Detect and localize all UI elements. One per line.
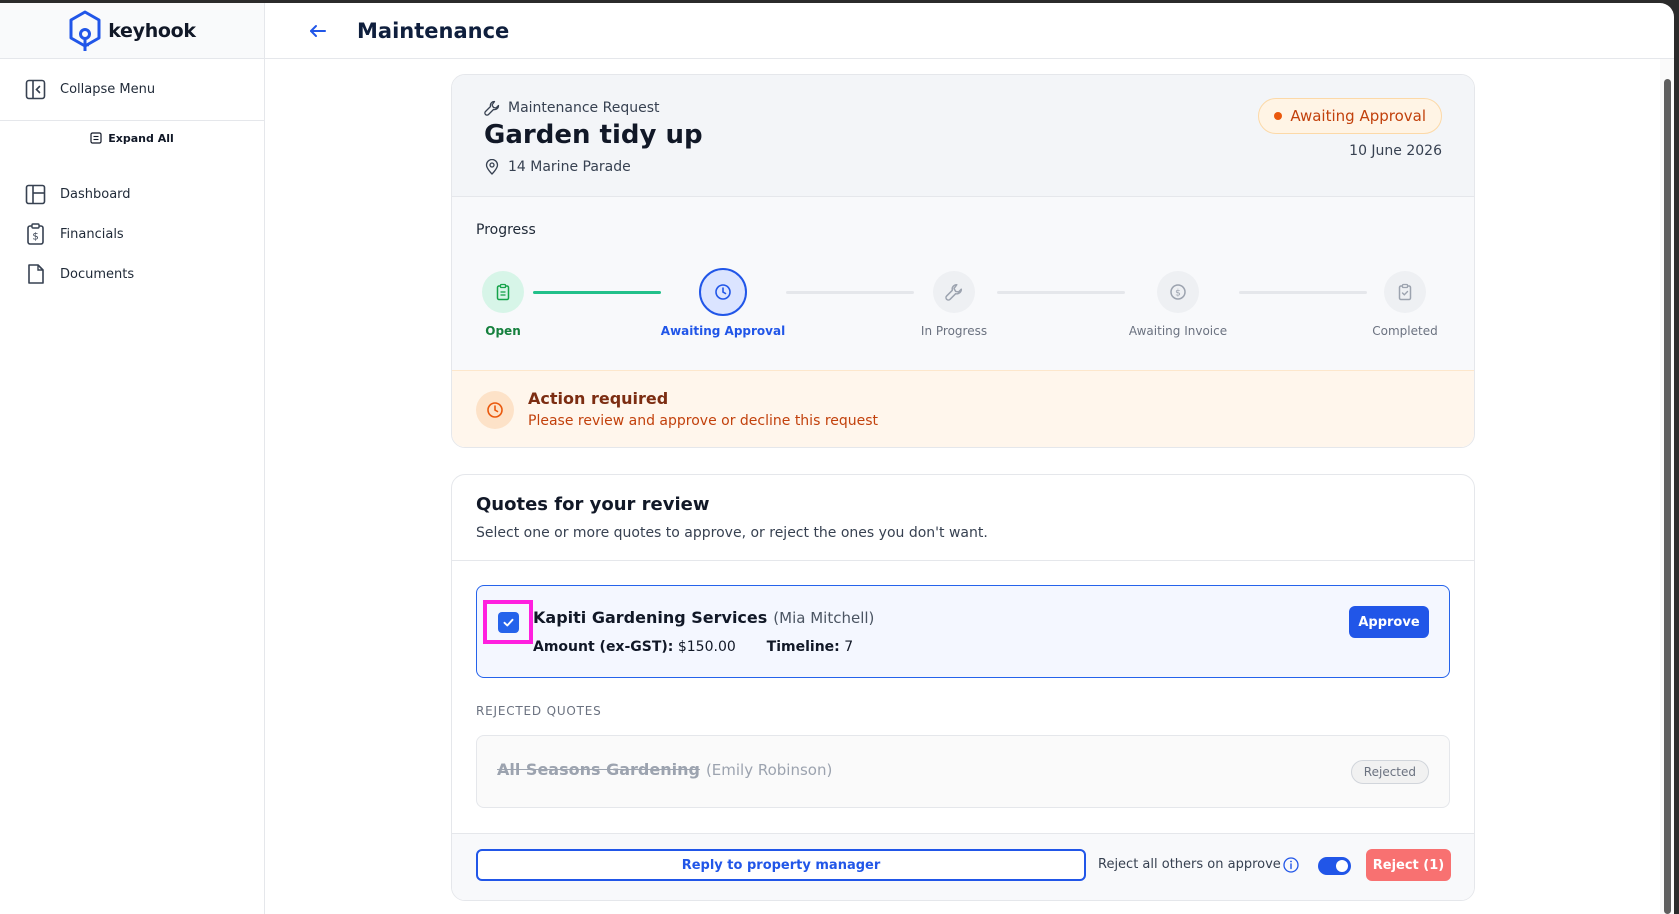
quote-company-name: Kapiti Gardening Services xyxy=(533,608,768,627)
toggle-knob xyxy=(1336,860,1348,872)
step-awaiting-approval xyxy=(699,268,747,316)
timeline-value: 7 xyxy=(844,639,854,655)
sidebar-item-label: Financials xyxy=(60,226,124,242)
quotes-card: Quotes for your review Select one or mor… xyxy=(451,474,1475,901)
expand-all-label: Expand All xyxy=(108,131,174,145)
status-badge-text: Awaiting Approval xyxy=(1290,107,1426,125)
dollar-circle-icon: $ xyxy=(1169,283,1187,301)
quote-card-rejected: All Seasons Gardening (Emily Robinson) Re… xyxy=(476,735,1450,808)
svg-text:$: $ xyxy=(32,232,38,243)
clock-icon xyxy=(714,283,732,301)
step-completed xyxy=(1384,271,1426,313)
action-title: Action required xyxy=(528,389,669,408)
divider xyxy=(452,560,1474,561)
financials-icon: $ xyxy=(25,223,46,245)
progress-connector xyxy=(786,291,914,294)
request-address-text: 14 Marine Parade xyxy=(508,159,631,175)
reject-button[interactable]: Reject (1) xyxy=(1366,849,1451,881)
progress-label: Progress xyxy=(476,222,536,238)
amount-value: $150.00 xyxy=(677,639,736,655)
back-arrow-icon[interactable] xyxy=(307,20,329,42)
sidebar-item-documents[interactable]: Documents xyxy=(0,254,264,294)
reject-others-label: Reject all others on approve xyxy=(1098,857,1281,872)
rejected-badge: Rejected xyxy=(1350,760,1429,784)
document-icon xyxy=(25,263,46,285)
request-date: 10 June 2026 xyxy=(1349,143,1442,159)
logo-text: keyhook xyxy=(108,19,196,42)
quote-select-checkbox[interactable] xyxy=(483,600,533,644)
maintenance-request-card: Maintenance Request Garden tidy up 14 Ma… xyxy=(451,74,1475,448)
status-badge: Awaiting Approval xyxy=(1258,98,1442,134)
clipboard-icon xyxy=(494,283,512,301)
reject-others-toggle[interactable] xyxy=(1318,857,1351,875)
quote-company: Kapiti Gardening Services (Mia Mitchell) xyxy=(533,608,874,627)
status-dot-icon xyxy=(1274,112,1283,120)
action-message: Please review and approve or decline thi… xyxy=(528,413,879,429)
timeline-label: Timeline: xyxy=(766,639,840,655)
quote-details: Amount (ex-GST): $150.00 Timeline: 7 xyxy=(533,639,853,655)
sidebar-item-financials[interactable]: $ Financials xyxy=(0,214,264,254)
sidebar: keyhook Collapse Menu Expand All Dashboa… xyxy=(0,3,265,914)
rejected-quotes-heading: REJECTED QUOTES xyxy=(476,704,602,718)
expand-all-button[interactable]: Expand All xyxy=(0,121,264,155)
request-type-label: Maintenance Request xyxy=(508,100,660,116)
alert-clock-icon xyxy=(476,391,514,429)
amount-label: Amount (ex-GST): xyxy=(533,639,674,655)
location-pin-icon xyxy=(484,159,500,175)
expand-icon xyxy=(90,132,102,144)
app-window: keyhook Collapse Menu Expand All Dashboa… xyxy=(0,3,1674,914)
step-in-progress xyxy=(933,271,975,313)
quotes-title: Quotes for your review xyxy=(476,494,710,515)
rejected-contact: (Emily Robinson) xyxy=(705,761,833,779)
reply-to-property-manager-button[interactable]: Reply to property manager xyxy=(476,849,1086,881)
scrollbar[interactable] xyxy=(1660,59,1674,914)
collapse-sidebar-icon xyxy=(25,79,46,100)
step-label-in-progress: In Progress xyxy=(920,324,988,338)
keyhook-logo-icon xyxy=(68,9,102,53)
step-awaiting-invoice: $ xyxy=(1157,271,1199,313)
logo[interactable]: keyhook xyxy=(0,3,264,59)
page-header: Maintenance xyxy=(265,3,1674,59)
request-address: 14 Marine Parade xyxy=(484,159,631,175)
request-title: Garden tidy up xyxy=(484,120,703,150)
progress-connector xyxy=(533,291,661,294)
sidebar-item-label: Dashboard xyxy=(60,186,131,202)
svg-text:$: $ xyxy=(1175,289,1181,299)
quote-card-selected[interactable]: Kapiti Gardening Services (Mia Mitchell) … xyxy=(476,585,1450,678)
checkmark-icon xyxy=(503,618,513,626)
step-label-completed: Completed xyxy=(1372,324,1438,338)
info-icon[interactable] xyxy=(1282,856,1300,874)
step-label-awaiting-invoice: Awaiting Invoice xyxy=(1128,324,1228,338)
page-title: Maintenance xyxy=(357,18,510,43)
progress-connector xyxy=(1239,291,1367,294)
step-open xyxy=(482,271,524,313)
rejected-company-name: All Seasons Gardening xyxy=(497,760,700,779)
quotes-subtitle: Select one or more quotes to approve, or… xyxy=(476,525,988,541)
sidebar-item-dashboard[interactable]: Dashboard xyxy=(0,174,264,214)
sidebar-nav: Dashboard $ Financials Documents xyxy=(0,174,264,294)
approve-button[interactable]: Approve xyxy=(1349,606,1429,638)
quote-contact: (Mia Mitchell) xyxy=(773,609,875,627)
clipboard-check-icon xyxy=(1396,283,1414,301)
sidebar-item-label: Documents xyxy=(60,266,135,282)
request-header: Maintenance Request Garden tidy up 14 Ma… xyxy=(452,75,1474,197)
progress-tracker: Progress $ Open Awaiting Approval In Pro… xyxy=(452,197,1474,370)
request-type: Maintenance Request xyxy=(484,100,659,116)
wrench-icon xyxy=(945,283,963,301)
action-required-banner: Action required Please review and approv… xyxy=(452,370,1474,447)
rejected-company: All Seasons Gardening (Emily Robinson) xyxy=(497,760,832,779)
wrench-icon xyxy=(484,100,500,116)
step-label-open: Open xyxy=(485,324,521,338)
dashboard-icon xyxy=(25,184,46,205)
collapse-menu-label: Collapse Menu xyxy=(60,82,156,97)
collapse-menu-button[interactable]: Collapse Menu xyxy=(0,59,264,121)
quotes-footer: Reply to property manager Reject all oth… xyxy=(452,833,1474,900)
checkbox-checked[interactable] xyxy=(497,611,519,633)
progress-connector xyxy=(997,291,1125,294)
step-label-awaiting-approval: Awaiting Approval xyxy=(660,324,786,338)
scrollbar-thumb[interactable] xyxy=(1664,79,1671,914)
